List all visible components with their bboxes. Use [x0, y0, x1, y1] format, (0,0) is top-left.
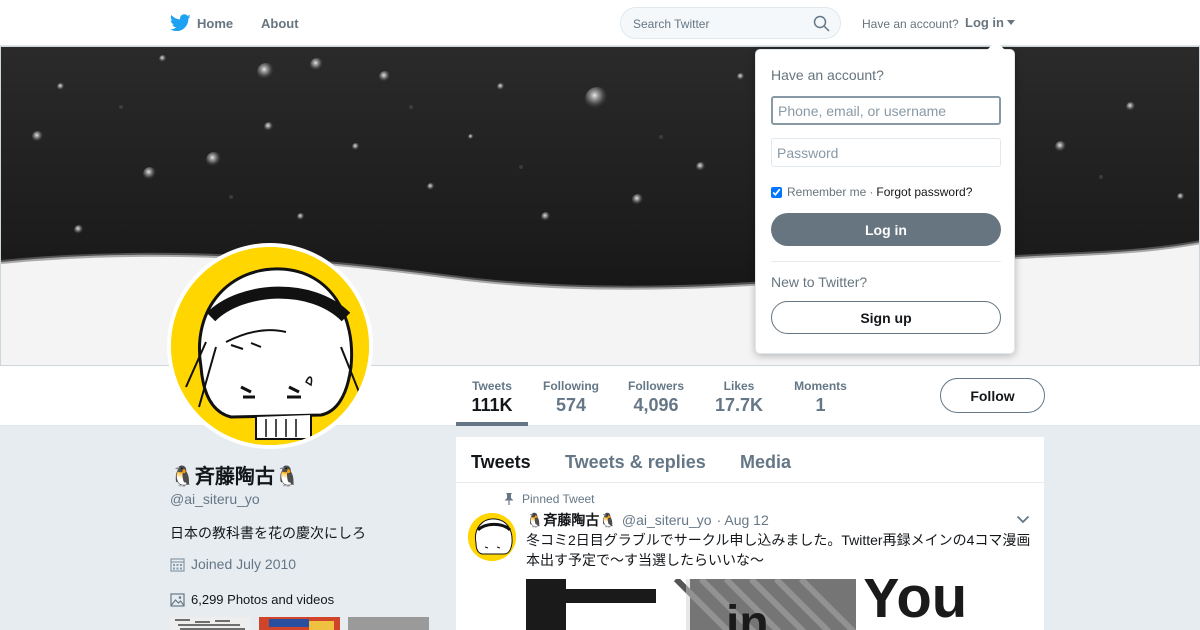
pinned-tweet-text: Pinned Tweet — [522, 492, 595, 506]
stat-following[interactable]: Following 574 — [538, 366, 604, 426]
dropdown-arrow — [987, 41, 1005, 50]
stat-tweets-label: Tweets — [472, 379, 512, 393]
tweet-author-handle[interactable]: @ai_siteru_yo — [622, 512, 712, 528]
stat-likes[interactable]: Likes 17.7K — [709, 366, 769, 426]
tweet-avatar-illustration — [468, 513, 516, 561]
stat-following-value: 574 — [555, 395, 587, 415]
profile-joined: Joined July 2010 — [170, 556, 296, 572]
stat-followers-value: 4,096 — [633, 395, 679, 415]
stat-tweets-value: 111K — [471, 395, 513, 415]
timeline-tabs: Tweets Tweets & replies Media — [456, 437, 1044, 483]
profile-avatar[interactable] — [171, 247, 369, 445]
media-thumbnail[interactable] — [348, 617, 429, 630]
tab-tweets[interactable]: Tweets — [471, 452, 531, 473]
stat-likes-label: Likes — [723, 379, 755, 393]
tab-media[interactable]: Media — [740, 452, 791, 473]
timeline: Tweets Tweets & replies Media Pinned Twe… — [456, 437, 1044, 630]
stat-moments-label: Moments — [794, 379, 847, 393]
media-thumbnail[interactable] — [259, 617, 340, 630]
follow-button[interactable]: Follow — [940, 378, 1045, 413]
have-account-text: Have an account? — [862, 17, 959, 31]
calendar-icon — [170, 557, 185, 572]
avatar-illustration — [171, 247, 369, 445]
image-icon — [170, 592, 185, 607]
nav-about[interactable]: About — [261, 16, 299, 31]
search-input[interactable] — [633, 15, 803, 32]
photos-videos-link[interactable]: 6,299 Photos and videos — [170, 592, 334, 607]
chevron-down-icon[interactable] — [1016, 515, 1030, 524]
login-dropdown-title: Have an account? — [771, 67, 884, 83]
password-field[interactable] — [771, 138, 1001, 167]
search-icon[interactable] — [813, 15, 830, 32]
remember-me-label: Remember me — [787, 185, 867, 199]
dropdown-divider — [771, 261, 1001, 262]
tab-tweets-replies[interactable]: Tweets & replies — [565, 452, 706, 473]
pinned-tweet-label: Pinned Tweet — [504, 492, 595, 506]
search-box — [620, 7, 841, 39]
profile-avatar-frame — [167, 243, 373, 449]
tweet-header: 🐧斉藤陶古🐧 @ai_siteru_yo · Aug 12 — [526, 510, 769, 530]
tweet-avatar[interactable] — [468, 513, 516, 561]
remember-me-checkbox[interactable] — [771, 186, 782, 198]
profile-joined-text: Joined July 2010 — [191, 556, 297, 572]
profile-name[interactable]: 🐧斉藤陶古🐧 — [170, 460, 300, 489]
tweet-media-image[interactable]: in You — [526, 579, 1033, 630]
tweet-author-name[interactable]: 🐧斉藤陶古🐧 — [526, 510, 617, 530]
stat-following-label: Following — [543, 379, 599, 393]
top-nav: Home About Have an account? Log in — [0, 0, 1200, 46]
twitter-bird-icon — [170, 14, 191, 32]
remember-me-row: Remember me · Forgot password? — [771, 185, 972, 199]
stat-moments-value: 1 — [815, 395, 826, 415]
stat-likes-value: 17.7K — [714, 395, 764, 415]
signup-button[interactable]: Sign up — [771, 301, 1001, 334]
login-dropdown-toggle[interactable]: Log in — [965, 15, 1015, 30]
login-toggle-label: Log in — [965, 15, 1004, 30]
login-button[interactable]: Log in — [771, 213, 1001, 246]
new-to-twitter-text: New to Twitter? — [771, 274, 868, 290]
photos-videos-label: 6,299 Photos and videos — [191, 592, 335, 607]
media-thumbnail[interactable] — [170, 617, 251, 630]
separator-dot: · — [869, 185, 874, 199]
caret-down-icon — [1007, 20, 1015, 25]
stat-followers-label: Followers — [627, 379, 684, 393]
nav-home-label: Home — [197, 15, 234, 31]
profile-handle[interactable]: @ai_siteru_yo — [170, 491, 260, 507]
svg-text:You: You — [862, 579, 967, 630]
pin-icon — [504, 493, 514, 505]
tweet-date[interactable]: · Aug 12 — [717, 512, 769, 528]
svg-text:in: in — [726, 597, 769, 630]
stat-followers[interactable]: Followers 4,096 — [624, 366, 688, 426]
stat-moments[interactable]: Moments 1 — [789, 366, 852, 426]
login-dropdown: Have an account? Remember me · Forgot pa… — [755, 41, 1015, 354]
forgot-password-link[interactable]: Forgot password? — [876, 185, 972, 199]
stat-tweets[interactable]: Tweets 111K — [456, 366, 528, 426]
tweet-text: 冬コミ2日目グラブルでサークル申し込みました。Twitter再録メインの4コマ漫… — [526, 532, 1031, 568]
tweet-media-illustration: in You — [526, 579, 1033, 630]
nav-home[interactable]: Home — [170, 12, 233, 34]
username-field[interactable] — [771, 96, 1001, 125]
profile-bio: 日本の教科書を花の慶次にしろ — [170, 525, 366, 541]
